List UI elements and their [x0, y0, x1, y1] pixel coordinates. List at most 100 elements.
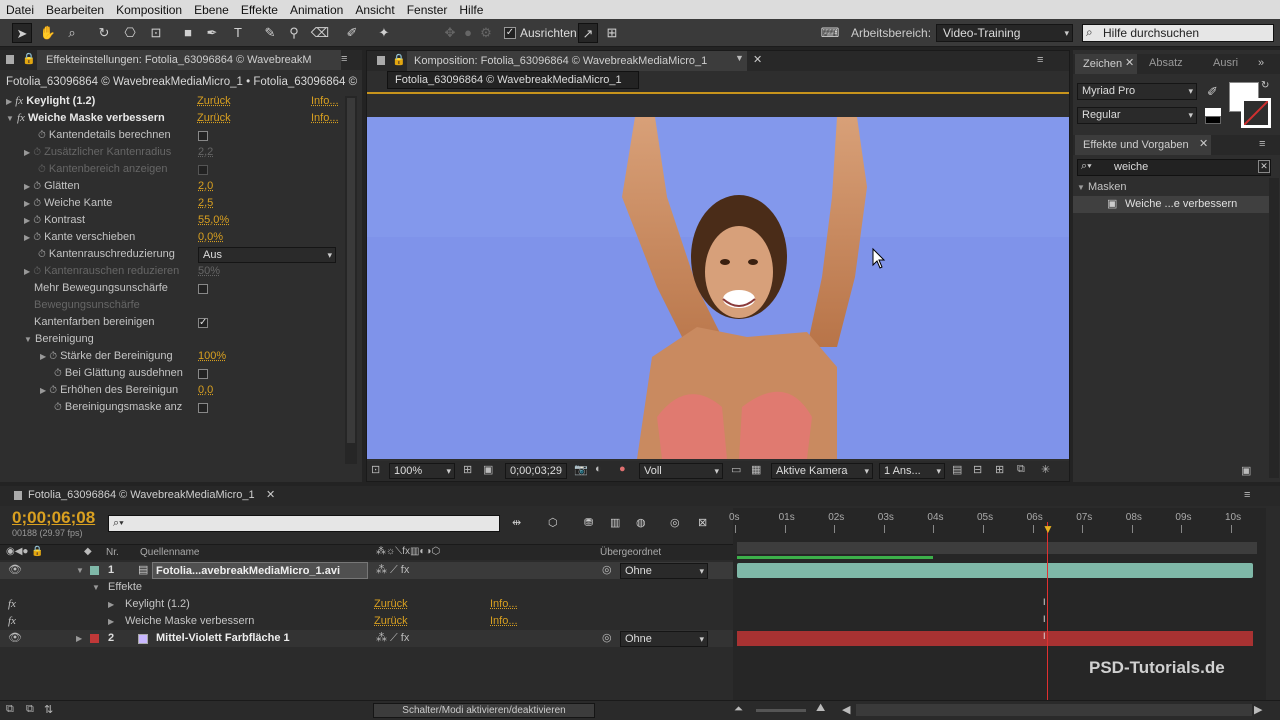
rectangle-tool-icon[interactable]: ■	[178, 23, 198, 43]
stopwatch-icon[interactable]: ⏱	[33, 215, 41, 226]
puppet-tool-icon[interactable]: ✦	[374, 23, 394, 43]
eye-icon[interactable]: 👁	[8, 630, 22, 647]
keylight-reset-link[interactable]: Zurück	[197, 93, 231, 110]
camera-tool-icon[interactable]: ⎔	[120, 23, 140, 43]
toggle-switches-modes-button[interactable]: Schalter/Modi aktivieren/deaktivieren	[373, 703, 595, 718]
prop-value[interactable]: 100%	[198, 348, 226, 365]
transparency-grid-icon[interactable]: ▦	[751, 463, 761, 476]
fast-previews-icon[interactable]: ⊟	[973, 463, 982, 476]
eye-icon[interactable]: 👁	[8, 562, 22, 579]
col-source-name[interactable]: Quellenname	[140, 547, 199, 558]
roto-brush-tool-icon[interactable]: ✐	[342, 23, 362, 43]
stopwatch-icon[interactable]: ⏱	[33, 266, 41, 277]
pan-behind-tool-icon[interactable]: ⊡	[146, 23, 166, 43]
menu-fenster[interactable]: Fenster	[401, 3, 454, 17]
expand-triangle-icon[interactable]: ▶	[40, 352, 46, 361]
expand-triangle-icon[interactable]: ▶	[24, 233, 30, 242]
rotate-tool-icon[interactable]: ↻	[94, 23, 114, 43]
layer-2-bar[interactable]	[737, 631, 1253, 646]
collapse-triangle-icon[interactable]: ▼	[1077, 183, 1085, 192]
fx-row[interactable]: fx ▶ Weiche Maske verbessern Zurück Info…	[0, 613, 733, 630]
always-preview-icon[interactable]: ⊡	[371, 463, 380, 476]
fx-info-link[interactable]: Info...	[490, 613, 518, 630]
hand-tool-icon[interactable]: ✋	[38, 23, 58, 43]
menu-ansicht[interactable]: Ansicht	[349, 3, 400, 17]
weiche-reset-link[interactable]: Zurück	[197, 110, 231, 127]
keyframe-marker[interactable]: I	[1043, 614, 1046, 624]
parent-dropdown[interactable]: Ohne	[620, 631, 708, 647]
timeline-timecode[interactable]: 0;00;06;08	[12, 508, 95, 528]
pick-whip-icon[interactable]: ◎	[602, 562, 612, 579]
resolution-dropdown[interactable]: Voll	[639, 463, 723, 479]
current-time-display[interactable]: 0;00;03;29	[505, 463, 567, 479]
zoom-slider[interactable]	[756, 709, 806, 712]
keyframe-marker[interactable]: I	[1043, 631, 1046, 641]
mask-visibility-icon[interactable]: ▣	[483, 463, 493, 476]
composition-subtab[interactable]: Fotolia_63096864 © WavebreakMediaMicro_1	[387, 71, 639, 89]
zoom-out-icon[interactable]: ⏶	[734, 703, 743, 716]
fx-icon[interactable]: fx	[8, 613, 16, 630]
table-row[interactable]: 👁 ▶ 2 Mittel-Violett Farbfläche 1 ⁂ ⟋ fx…	[0, 630, 733, 647]
brush-tool-icon[interactable]: ✎	[260, 23, 280, 43]
clone-stamp-tool-icon[interactable]: ⚲	[284, 23, 304, 43]
fx-icon[interactable]: fx	[17, 112, 25, 124]
layer-name[interactable]: Mittel-Violett Farbfläche 1	[156, 630, 290, 647]
effects-scrollbar[interactable]	[345, 96, 357, 464]
stopwatch-icon[interactable]: ⏱	[38, 130, 46, 141]
menu-datei[interactable]: Datei	[0, 3, 40, 17]
prop-value[interactable]: 55,0%	[198, 212, 229, 229]
work-area-bar[interactable]	[737, 542, 1257, 554]
chevron-down-icon[interactable]: ▼	[735, 53, 744, 63]
timeline-vscrollbar[interactable]	[1266, 508, 1280, 708]
views-dropdown[interactable]: 1 Ans...	[879, 463, 945, 479]
timeline-icon[interactable]: ⊞	[995, 463, 1004, 476]
effects-list-scrollbar[interactable]	[1269, 178, 1279, 478]
layer-search-input[interactable]: ⌕▾	[108, 515, 500, 532]
panel-options-icon[interactable]: ≡	[341, 53, 347, 65]
bewegungsunschaerfe-checkbox[interactable]	[198, 284, 208, 294]
black-swatch[interactable]	[1205, 116, 1221, 124]
fx-icon[interactable]: fx	[8, 596, 16, 613]
collapse-triangle-icon[interactable]: ▼	[6, 114, 14, 123]
zoom-dropdown[interactable]: 100%	[389, 463, 455, 479]
show-snapshot-icon[interactable]: ◐	[595, 463, 602, 475]
stopwatch-icon[interactable]: ⏱	[38, 249, 46, 260]
prop-value[interactable]: 2,5	[198, 195, 213, 212]
font-family-dropdown[interactable]: Myriad Pro	[1077, 83, 1197, 100]
time-ruler[interactable]: 0s 01s 02s 03s 04s 05s 06s 07s 08s 09s 10s	[729, 508, 1267, 534]
toggle-pixel-aspect-icon[interactable]: ▤	[952, 463, 962, 476]
fx-icon[interactable]: fx	[15, 95, 23, 107]
timeline-hscrollbar[interactable]	[856, 704, 1252, 716]
collapse-triangle-icon[interactable]: ▼	[92, 579, 100, 596]
shy-layers-icon[interactable]: ⛃	[584, 516, 593, 529]
prop-value[interactable]: 0,0%	[198, 229, 223, 246]
prop-value[interactable]: 2,0	[198, 178, 213, 195]
expand-triangle-icon[interactable]: ▶	[108, 613, 114, 630]
workspace-dropdown[interactable]: Video-Training	[936, 24, 1073, 42]
pen-tool-icon[interactable]: ✒	[202, 23, 222, 43]
menu-ebene[interactable]: Ebene	[188, 3, 235, 17]
pick-whip-icon[interactable]: ◎	[602, 630, 612, 647]
kantendetails-checkbox[interactable]	[198, 131, 208, 141]
zoom-in-icon[interactable]: ⛰	[816, 702, 825, 715]
close-icon[interactable]: ✕	[753, 53, 762, 66]
zoom-tool-icon[interactable]: ⌕	[62, 23, 82, 43]
reset-exposure-icon[interactable]: ✳	[1041, 463, 1050, 476]
glaettung-checkbox[interactable]	[198, 369, 208, 379]
lock-icon[interactable]: 🔒	[22, 52, 36, 65]
panel-options-icon[interactable]: ≡	[1244, 489, 1250, 501]
font-style-dropdown[interactable]: Regular	[1077, 107, 1197, 124]
clear-search-icon[interactable]: ✕	[1258, 160, 1270, 173]
white-swatch[interactable]	[1205, 108, 1221, 116]
rauschreduzierung-dropdown[interactable]: Aus	[198, 247, 336, 263]
region-of-interest-icon[interactable]: ▭	[731, 463, 741, 476]
expand-triangle-icon[interactable]: ▶	[24, 148, 30, 157]
current-time-indicator[interactable]	[1047, 522, 1048, 708]
panel-options-icon[interactable]: ≡	[1037, 54, 1043, 66]
workspace-icon[interactable]: ⌨	[818, 23, 842, 43]
camera-dropdown[interactable]: Aktive Kamera	[771, 463, 873, 479]
menu-effekte[interactable]: Effekte	[235, 3, 284, 17]
effects-tab[interactable]: Effekteinstellungen: Fotolia_63096864 © …	[37, 50, 341, 70]
timeline-tab[interactable]: Fotolia_63096864 © WavebreakMediaMicro_1	[28, 489, 255, 501]
stopwatch-icon[interactable]: ⏱	[54, 368, 62, 379]
